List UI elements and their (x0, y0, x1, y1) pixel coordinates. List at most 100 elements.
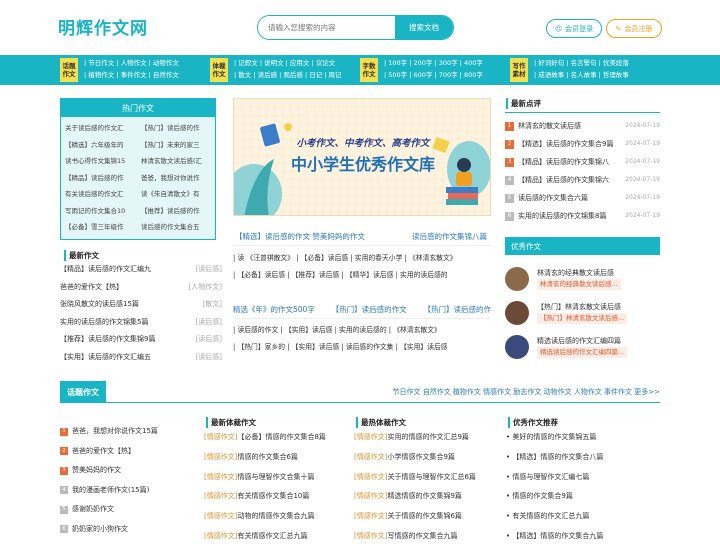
latest-item[interactable]: 【实用】读后感的作文汇编五 [读后感] (60, 349, 222, 367)
search-input[interactable] (258, 16, 395, 39)
genre-essay-item[interactable]: [情感作文]关于情感的作文集锦6篇 (354, 507, 500, 527)
topic-links[interactable]: 节日作文 自然作文 植物作文 情感作文 励志作文 动物作文 人物作文 事件作文 … (392, 387, 660, 397)
genre-tag[interactable]: [情感作文] (204, 492, 237, 500)
latest-item-tag[interactable]: [读后感] (196, 314, 222, 332)
genre-essay-item[interactable]: [情感作文]精选情感的作文集锦9篇 (354, 487, 500, 507)
topic-title[interactable]: 话题作文 (60, 381, 106, 403)
hot-essay-link[interactable]: 【推荐】读后感的作 (141, 203, 211, 220)
genre-tag[interactable]: [情感作文] (204, 532, 237, 540)
register-button[interactable]: ✎ 会员注册 (606, 19, 662, 38)
genre-tag[interactable]: [情感作文] (354, 512, 387, 520)
latest-item[interactable]: 实用的读后感的作文锦集5篇 [读后感] (60, 314, 222, 332)
nav-links-topic[interactable]: | 节日作文 | 人物作文 | 动物作文 | 植物作文 | 事件作文 | 自然作文 (84, 57, 204, 81)
hot-essay-link[interactable]: 爸爸，我想对你说作 (141, 170, 211, 187)
genre-tag[interactable]: [情感作文] (204, 433, 237, 441)
featured-item[interactable]: 精选读后感的作文汇编四篇 精选读后感的作文汇编四篇... (505, 330, 660, 364)
featured-item[interactable]: 林清玄的经典散文读后感 林清玄的经典散文读后感... (505, 262, 660, 296)
hot-essay-link[interactable]: 读书心得作文集锦15 (65, 153, 135, 170)
recommended-item[interactable]: • 情感的作文集合9篇 (506, 487, 660, 507)
nav-tag-material[interactable]: 写作素材 (510, 58, 528, 82)
hot-essay-link[interactable]: 读《朱自清散文》有 (141, 186, 211, 203)
hot-essay-link[interactable]: 读后感的作文集合五 (141, 219, 211, 236)
topic-ranked-item[interactable]: 1 爸爸，我想对你说作文15篇 (60, 422, 200, 442)
topic-ranked-item[interactable]: 5 感谢奶奶作文 (60, 500, 200, 520)
genre-essay-item[interactable]: [情感作文]写情感的作文集合九篇 (354, 527, 500, 547)
genre-essay-item[interactable]: [情感作文]【必备】情感的作文集合8篇 (204, 428, 350, 448)
hot-essay-link[interactable]: 【精选】六年级年的 (65, 137, 135, 154)
topic-ranked-item[interactable]: 4 我的漫画老师作文(15篇) (60, 481, 200, 501)
review-item[interactable]: 6 实用的读后感的作文锦集8篇 2024-07-19 (505, 207, 660, 225)
review-item[interactable]: 3 【精品】读后感的作文集锦八 2024-07-19 (505, 153, 660, 171)
recommended-title: 情感与理智作文汇编七篇 (512, 472, 590, 481)
mid-headline-row-2[interactable]: 精选《年》的作文500字 【热门】读后感的作文 【热门】读后感的作 (233, 304, 491, 315)
hot-essay-link[interactable]: 写雨记的作文集合10 (65, 203, 135, 220)
genre-tag[interactable]: [情感作文] (354, 433, 387, 441)
genre-essay-item[interactable]: [情感作文]小学情感作文集合9篇 (354, 448, 500, 468)
recommended-item[interactable]: • 【精选】情感的作文集合九篇 (506, 527, 660, 547)
hot-essay-link[interactable]: 【热门】读后感的作 (141, 120, 211, 137)
latest-item[interactable]: 【精品】读后感的作文汇编九 [读后感] (60, 261, 222, 279)
nav-links-material[interactable]: | 好词好句 | 名言警句 | 优美段落 | 成语故事 | 名人故事 | 哲理故事 (534, 57, 664, 81)
hot-essay-link[interactable]: 【必备】雪三年级作 (65, 219, 135, 236)
genre-essay-item[interactable]: [情感作文]有关情感作文集合10篇 (204, 487, 350, 507)
hot-essay-link[interactable]: 有关读后感的作文汇 (65, 186, 135, 203)
genre-tag[interactable]: [情感作文] (204, 453, 237, 461)
genre-essay-item[interactable]: [情感作文]情感的作文集合6篇 (204, 448, 350, 468)
mid-tags-2a[interactable]: | 读后感的作文 | 【实用】读后感 | 实用的读后感的 | 《林清玄散文》 (233, 326, 491, 335)
genre-essay-item[interactable]: [情感作文]动物的情感作文集合九篇 (204, 507, 350, 527)
nav-tag-wordcount[interactable]: 字数作文 (360, 58, 378, 82)
nav-tag-topic[interactable]: 话题作文 (60, 58, 78, 82)
genre-tag[interactable]: [情感作文] (204, 473, 237, 481)
genre-tag[interactable]: [情感作文] (354, 473, 387, 481)
recommended-item[interactable]: • 美好的情感的作文集锦五篇 (506, 428, 660, 448)
genre-essay-item[interactable]: [情感作文]有关情感作文汇总九篇 (204, 527, 350, 547)
login-button[interactable]: ☺ 会员登录 (546, 19, 602, 38)
hot-essay-link[interactable]: 【精品】读后感的作 (65, 170, 135, 187)
genre-tag[interactable]: [情感作文] (354, 453, 387, 461)
genre-essay-title: 写情感的作文集合九篇 (387, 531, 458, 540)
review-item[interactable]: 4 【精品】读后感的作文集锦六 2024-07-19 (505, 171, 660, 189)
latest-item[interactable]: 张晓风散文的读后感15篇 [散文] (60, 296, 222, 314)
genre-tag[interactable]: [情感作文] (354, 492, 387, 500)
review-title: 【精品】读后感的作文集锦八 (518, 158, 609, 166)
latest-item-title: 【推荐】读后感的作文集锦9篇 (60, 335, 156, 343)
genre-essay-item[interactable]: [情感作文]关于情感与理智作文汇总6篇 (354, 468, 500, 488)
mid-tags-2b[interactable]: | 【热门】家乡的 | 【实用】读后感 | 读后感的作文集 | 【实用】读后感 (233, 343, 491, 352)
review-item[interactable]: 1 林清玄的散文读后感 2024-07-19 (505, 117, 660, 135)
site-logo[interactable]: 明辉作文网 (58, 14, 148, 39)
latest-item[interactable]: 【推荐】读后感的作文集锦9篇 [读后感] (60, 331, 222, 349)
topic-ranked-item[interactable]: 2 爸爸的爱作文【热】 (60, 442, 200, 462)
latest-item-tag[interactable]: [读后感] (196, 349, 222, 367)
nav-links-wordcount[interactable]: | 100字 | 200字 | 300字 | 400字 | 500字 | 600字… (384, 57, 502, 81)
latest-item[interactable]: 爸爸的爱作文【热】 [人物作文] (60, 279, 222, 297)
featured-item[interactable]: 【热门】林清玄散文读后感 【热门】林清玄散文读后感... (505, 296, 660, 330)
nav-links-genre[interactable]: | 记叙文 | 说明文 | 应用文 | 议论文 | 散文 | 读后感 | 观后感 … (234, 57, 352, 81)
latest-item-tag[interactable]: [读后感] (196, 331, 222, 349)
hot-essay-link[interactable]: 【热门】未来的家三 (141, 137, 211, 154)
topic-ranked-item[interactable]: 6 奶奶家的小狗作文 (60, 520, 200, 540)
latest-item-tag[interactable]: [散文] (203, 296, 222, 314)
latest-item-tag[interactable]: [读后感] (196, 261, 222, 279)
topic-item-title: 我的漫画老师作文(15篇) (72, 485, 150, 494)
mid-tags-1a[interactable]: | 读 《汪曾祺散文》 | 【必备】读后感 | 实用的春天小学 | 《林清玄散文… (233, 254, 491, 263)
latest-item-tag[interactable]: [人物作文] (189, 279, 222, 297)
mid-headline-row-1[interactable]: 【精选】读后感的作文 赞美妈妈的作文 读后感的作文集锦八篇 (235, 231, 487, 242)
hot-essay-link[interactable]: 关于读后感的作文汇 (65, 120, 135, 137)
genre-tag[interactable]: [情感作文] (204, 512, 237, 520)
genre-tag[interactable]: [情感作文] (354, 532, 387, 540)
nav-tag-genre[interactable]: 体裁作文 (210, 58, 228, 82)
banner-image[interactable]: 小考作文、中考作文、高考作文 中小学生优秀作文库 (233, 98, 491, 216)
topic-ranked-item[interactable]: 3 赞美妈妈的作文 (60, 461, 200, 481)
recommended-title: 有关情感的作文汇总九篇 (512, 512, 590, 521)
col-latest-genre-title: 最新体裁作文 (206, 417, 256, 428)
review-item[interactable]: 5 读后感的作文集合六篇 2024-07-19 (505, 189, 660, 207)
recommended-item[interactable]: • 有关情感的作文汇总九篇 (506, 507, 660, 527)
mid-tags-1b[interactable]: | 【必备】读后感 | 【推荐】读后感 | 【精华】读后感 | 实用的读后感的 (233, 271, 491, 280)
genre-essay-item[interactable]: [情感作文]实用的情感的作文汇总9篇 (354, 428, 500, 448)
recommended-item[interactable]: • 【精选】情感的作文集合八篇 (506, 448, 660, 468)
genre-essay-item[interactable]: [情感作文]情感与理智作文合集十篇 (204, 468, 350, 488)
review-item[interactable]: 2 【精选】读后感的作文集合9篇 2024-07-19 (505, 135, 660, 153)
recommended-item[interactable]: • 情感与理智作文汇编七篇 (506, 468, 660, 488)
hot-essay-link[interactable]: 林清玄散文读后感(汇 (141, 153, 211, 170)
search-button[interactable]: 搜索文档 (395, 16, 453, 39)
